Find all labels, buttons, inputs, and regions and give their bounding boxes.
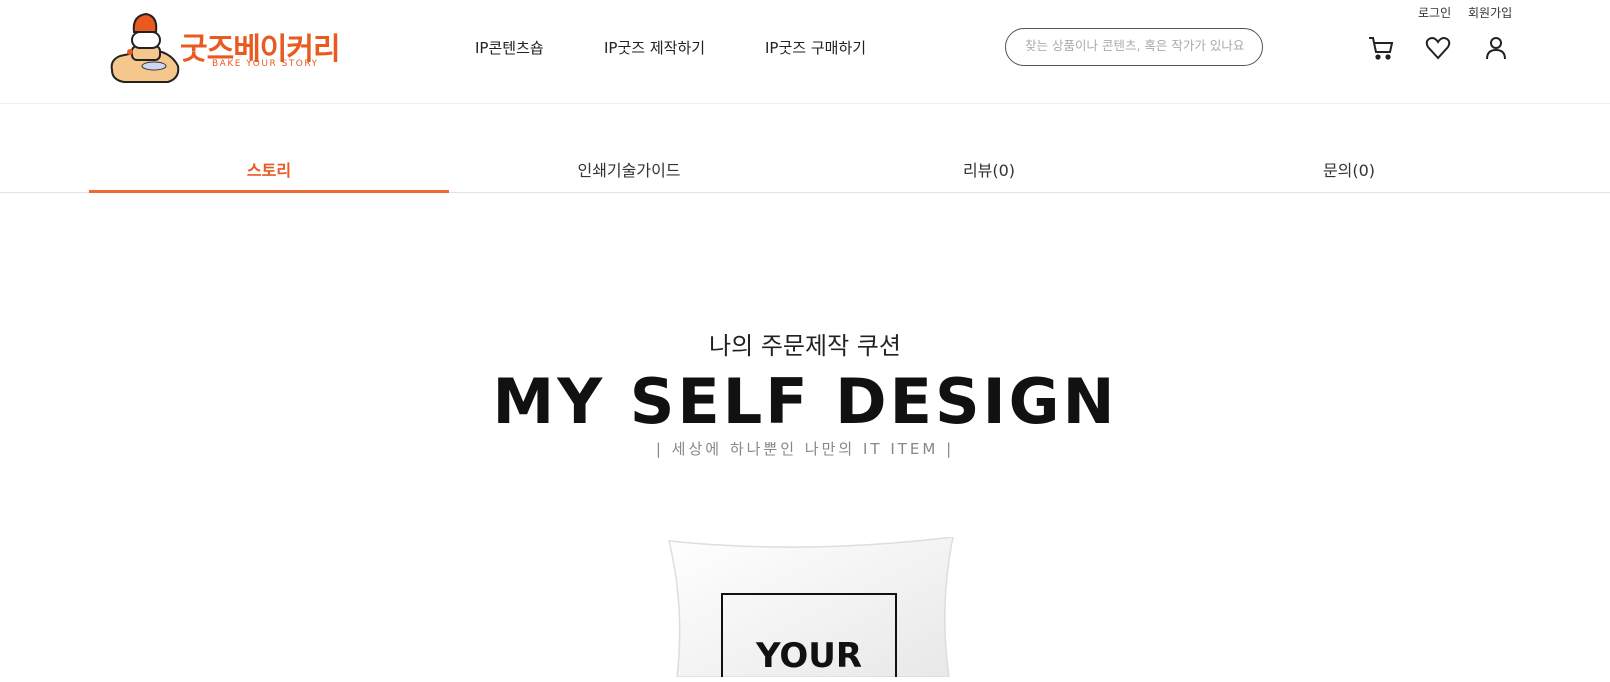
tab-label: 인쇄기술가이드 (577, 161, 681, 180)
heart-icon[interactable] (1424, 34, 1452, 62)
hero-tagline: | 세상에 하나뿐인 나만의 IT ITEM | (655, 440, 955, 458)
baker-mascot-icon (110, 12, 180, 83)
hero-subtitle: 나의 주문제작 쿠션 (709, 332, 901, 360)
nav-ip-goods-make[interactable]: IP굿즈 제작하기 (604, 37, 705, 58)
nav-ip-goods-buy[interactable]: IP굿즈 구매하기 (765, 37, 866, 58)
header: 로그인 회원가입 굿즈베이커리 BAKE YOUR STORY IP콘텐츠숍 I… (0, 0, 1610, 104)
tab-story[interactable]: 스토리 (89, 103, 449, 193)
tab-label: 문의(0) (1322, 161, 1376, 180)
logo-tagline: BAKE YOUR STORY (212, 59, 319, 69)
nav-ip-content-shop[interactable]: IP콘텐츠숍 (475, 37, 544, 58)
search-input[interactable] (1025, 38, 1245, 53)
tab-label: 리뷰(0) (962, 161, 1016, 180)
hero-title: MY SELF DESIGN (492, 365, 1118, 438)
tab-review[interactable]: 리뷰(0) (809, 103, 1169, 192)
tab-label: 스토리 (246, 161, 292, 180)
cushion-print-text: YOUR (755, 636, 862, 676)
site-logo[interactable]: 굿즈베이커리 BAKE YOUR STORY (108, 10, 343, 88)
tab-inquiry[interactable]: 문의(0) (1169, 103, 1529, 192)
user-icon[interactable] (1482, 34, 1510, 62)
tab-print-guide[interactable]: 인쇄기술가이드 (449, 103, 809, 192)
join-link[interactable]: 회원가입 (1468, 4, 1512, 21)
cushion-product-image: YOUR (667, 536, 957, 682)
login-link[interactable]: 로그인 (1418, 4, 1451, 21)
cart-icon[interactable] (1367, 34, 1395, 62)
search-box[interactable] (1005, 28, 1263, 66)
product-tabs: 스토리 인쇄기술가이드 리뷰(0) 문의(0) (0, 103, 1610, 193)
